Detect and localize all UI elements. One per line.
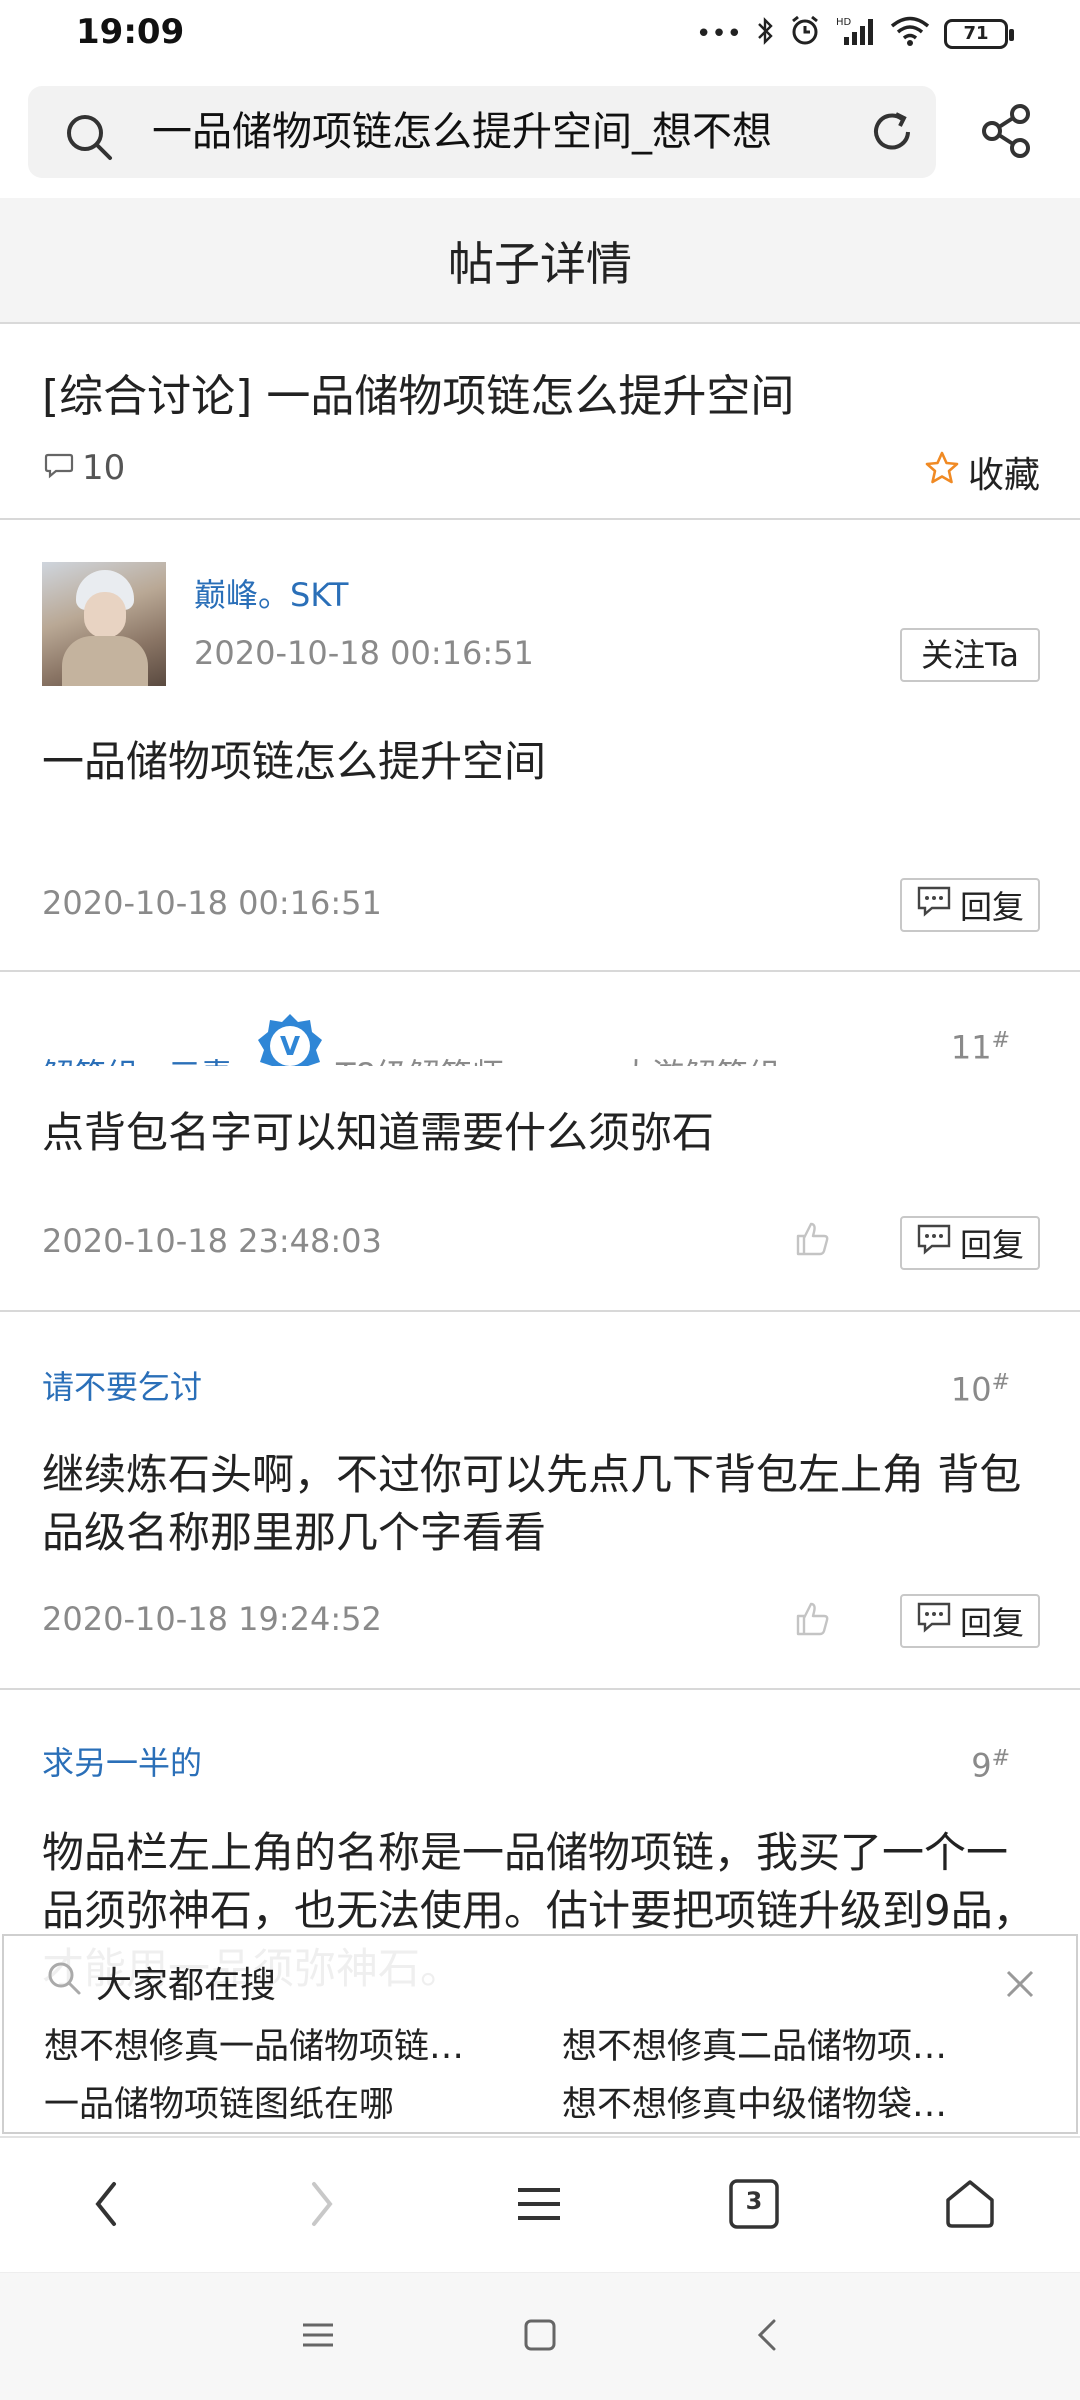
floor-number: 10# — [950, 1370, 1010, 1409]
tab-count: 3 — [745, 2187, 763, 2215]
status-time: 19:09 — [76, 12, 185, 52]
more-dots-icon: ••• — [695, 19, 742, 49]
reply-text: 继续炼石头啊，不过你可以先点几下背包左上角 背包品级名称那里那几个字看看 — [42, 1450, 1022, 1557]
follow-button[interactable]: 关注Ta — [900, 628, 1040, 682]
page-header: 帖子详情 — [0, 198, 1080, 324]
reply-date: 2020-10-18 23:48:03 — [42, 1222, 382, 1260]
suggestions-heading-text: 大家都在搜 — [96, 1965, 277, 2006]
comment-count-value: 10 — [82, 448, 126, 488]
share-icon[interactable] — [980, 104, 1034, 162]
reply-user[interactable]: 求另一半的 — [42, 1738, 202, 1784]
divider — [0, 970, 1080, 972]
floor-number: 9# — [971, 1746, 1010, 1785]
thread-title: [综合讨论] 一品储物项链怎么提升空间 — [42, 371, 795, 422]
suggestion-item[interactable]: 想不想修真中级储物袋… — [562, 2076, 947, 2127]
reply-button[interactable]: 回复 — [900, 878, 1040, 932]
wifi-icon — [890, 15, 930, 54]
reply-label: 回复 — [959, 1604, 1024, 1642]
reply-date: 2020-10-18 19:24:52 — [42, 1600, 382, 1638]
reply-button[interactable]: 回复 — [900, 1594, 1040, 1648]
divider — [0, 518, 1080, 520]
reply-user[interactable]: 解答组 · 三青 — [42, 1050, 233, 1066]
post-body: 一品储物项链怎么提升空间 — [42, 737, 547, 786]
search-query[interactable]: 一品储物项链怎么提升空间_想不想 — [152, 108, 862, 156]
favorite-label: 收藏 — [967, 455, 1040, 496]
battery-icon: 71 — [944, 19, 1014, 49]
floor-number: 11# — [950, 1028, 1010, 1067]
like-icon[interactable] — [792, 1598, 832, 1642]
reply-icon — [916, 1601, 952, 1641]
system-nav-bar — [0, 2272, 1080, 2400]
forward-icon[interactable] — [304, 2174, 340, 2238]
suggestion-item[interactable]: 想不想修真一品储物项链… — [44, 2018, 464, 2069]
search-icon — [64, 112, 114, 166]
suggestions-heading: 大家都在搜 — [46, 1956, 276, 2008]
reply-text: 点背包名字可以知道需要什么须弥石 — [42, 1108, 715, 1157]
reply-user[interactable]: 请不要乞讨 — [42, 1362, 202, 1408]
comment-bubble-icon — [44, 448, 74, 488]
reply-label: 回复 — [959, 1226, 1024, 1264]
search-suggestions-panel: 大家都在搜 想不想修真一品储物项链… 想不想修真二品储物项… 一品储物项链图纸在… — [2, 1934, 1078, 2134]
page-title: 帖子详情 — [448, 237, 632, 291]
verified-badge-icon: V — [254, 1010, 326, 1066]
reply-button[interactable]: 回复 — [900, 1216, 1040, 1270]
address-search-bar[interactable]: 一品储物项链怎么提升空间_想不想 — [28, 86, 936, 178]
reply-label: 回复 — [959, 888, 1024, 926]
back-arrow-icon[interactable] — [750, 2317, 786, 2357]
reply-icon — [916, 1223, 952, 1263]
bluetooth-icon — [756, 16, 774, 53]
signal-icon: HD — [836, 15, 876, 54]
post-footer-date: 2020-10-18 00:16:51 — [42, 884, 382, 922]
like-icon[interactable] — [792, 1218, 832, 1262]
reply-user-row: 解答组 · 三青 T8级解答师 大游解答组 — [0, 1030, 1080, 1066]
svg-text:V: V — [280, 1032, 300, 1062]
divider — [0, 1310, 1080, 1312]
favorite-button[interactable]: 收藏 — [924, 446, 1040, 498]
divider — [0, 1688, 1080, 1690]
home-icon[interactable] — [942, 2176, 998, 2236]
home-square-icon[interactable] — [522, 2317, 558, 2357]
close-icon[interactable] — [1004, 1968, 1036, 2004]
status-bar: 19:09 ••• HD 71 — [0, 0, 1080, 66]
avatar[interactable] — [42, 562, 166, 686]
user-group: 大游解答组 — [620, 1050, 780, 1066]
reply-icon — [916, 885, 952, 925]
refresh-icon[interactable] — [868, 108, 916, 160]
suggestion-item[interactable]: 一品储物项链图纸在哪 — [44, 2076, 394, 2127]
author-post-time: 2020-10-18 00:16:51 — [194, 634, 534, 672]
search-icon — [46, 1960, 82, 2005]
alarm-icon — [788, 14, 822, 55]
browser-toolbar: 3 — [0, 2136, 1080, 2272]
suggestion-item[interactable]: 想不想修真二品储物项… — [562, 2018, 947, 2069]
tabs-icon[interactable]: 3 — [728, 2178, 780, 2234]
menu-icon[interactable] — [514, 2174, 564, 2238]
author-name[interactable]: 巅峰。SKT — [194, 570, 348, 616]
back-icon[interactable] — [88, 2174, 124, 2238]
user-level: T8级解答师 — [336, 1050, 504, 1066]
star-icon — [924, 450, 960, 495]
svg-text:HD: HD — [836, 17, 852, 28]
recent-apps-icon[interactable] — [300, 2317, 336, 2357]
status-icons: ••• HD 71 — [695, 14, 1014, 55]
comment-count[interactable]: 10 — [44, 448, 125, 488]
